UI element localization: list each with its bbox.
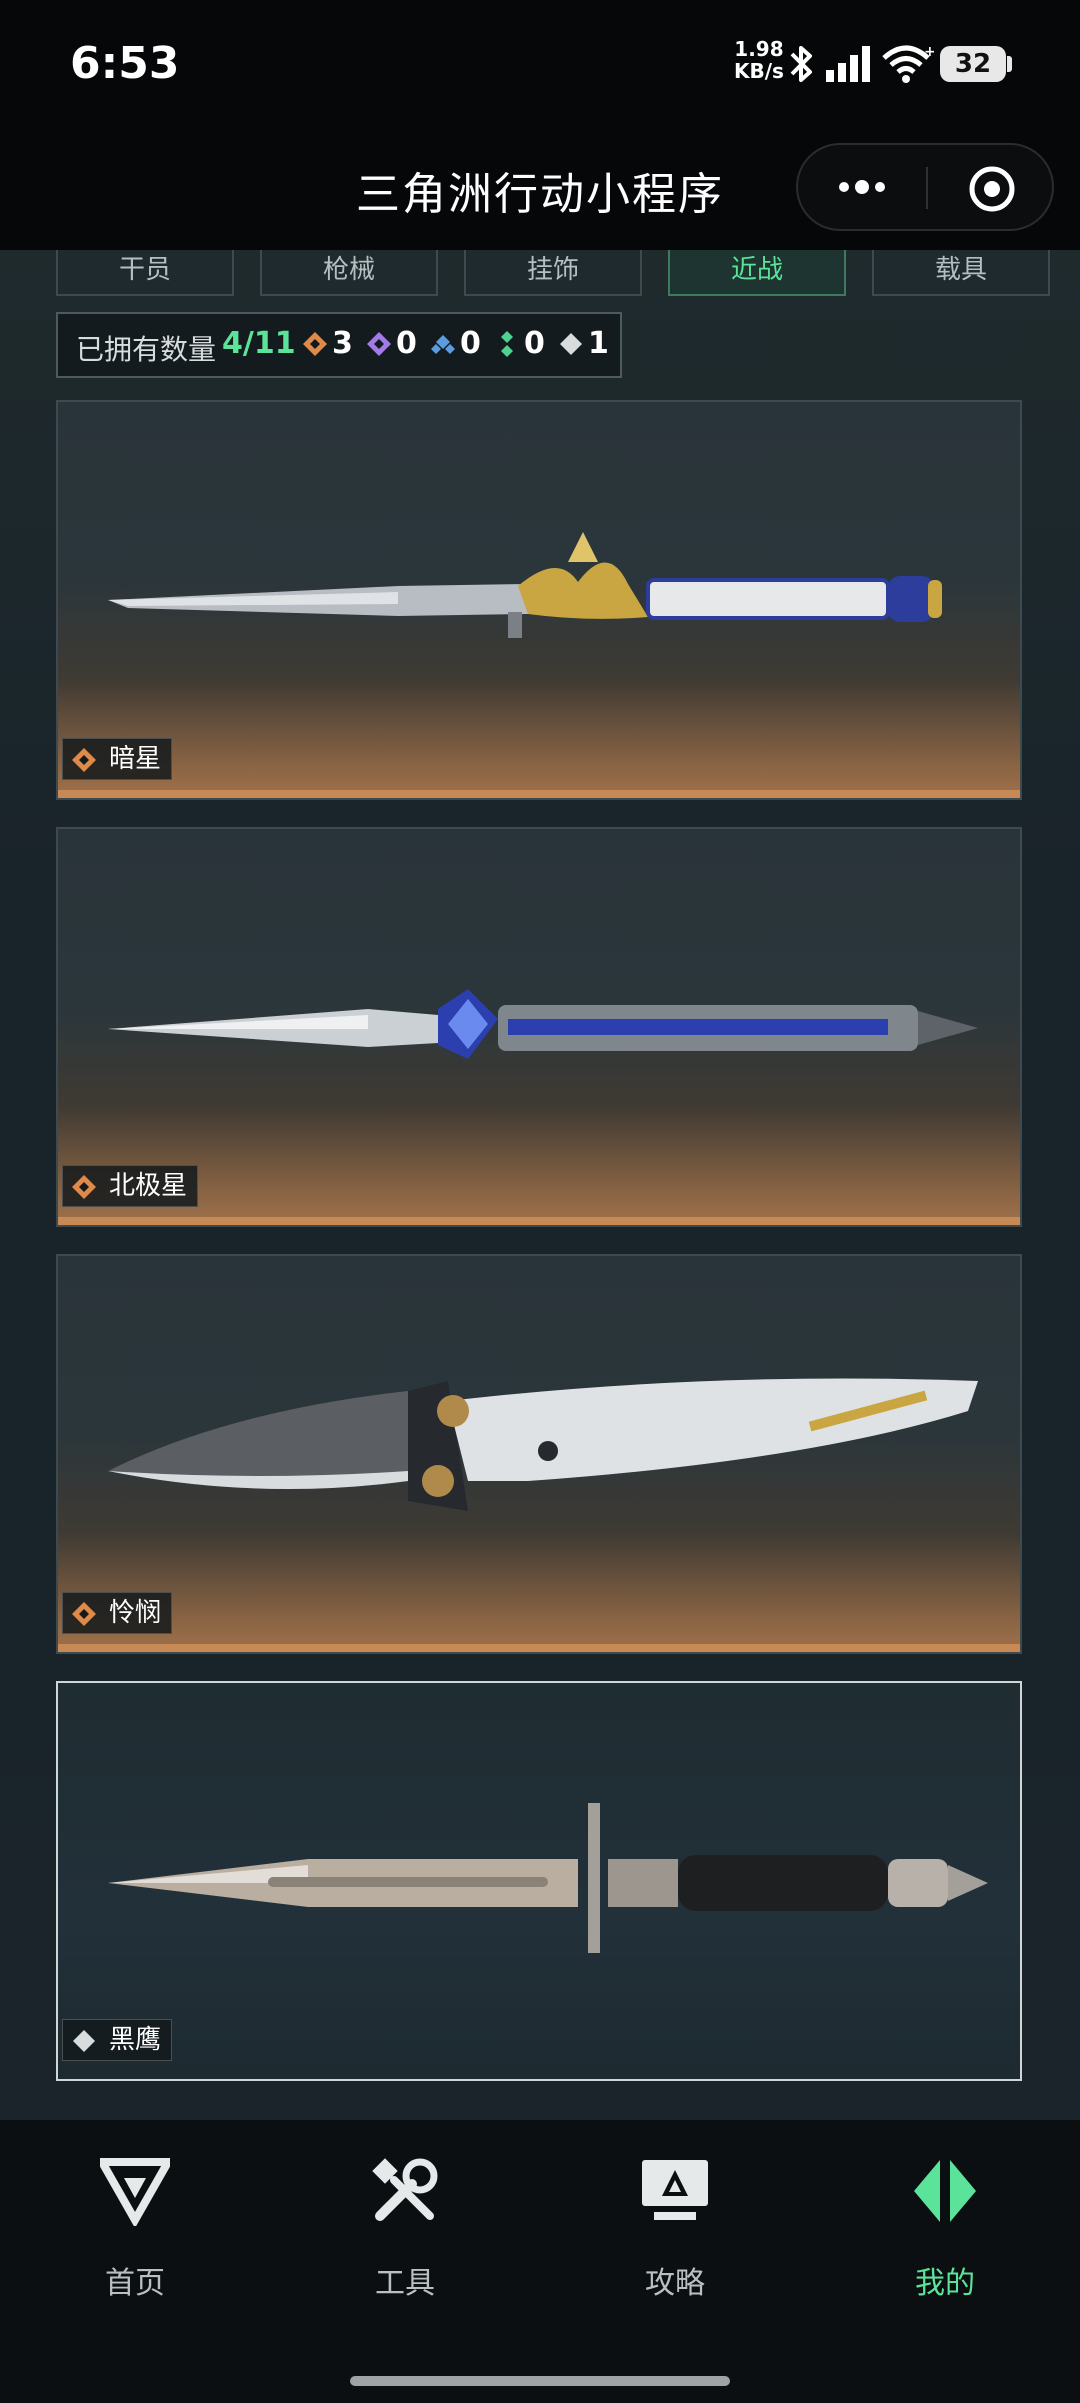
purple-diamond-icon <box>367 332 391 356</box>
item-card-mercy[interactable]: 怜悯 <box>56 1254 1022 1654</box>
card-corner <box>58 402 78 422</box>
nav-item-guide[interactable]: 攻略 <box>540 2120 810 2320</box>
bluetooth-icon <box>790 46 812 82</box>
rarity-stripe <box>58 1217 1020 1225</box>
nav-item-tools[interactable]: 工具 <box>270 2120 540 2320</box>
network-speed-value: 1.98 <box>734 37 784 61</box>
orange-diamond-icon <box>72 748 96 772</box>
item-name: 暗星 <box>109 744 162 774</box>
guide-monitor-icon <box>642 2160 708 2220</box>
knife-darkstar-image <box>108 532 942 638</box>
knife-mercy-image <box>108 1378 978 1511</box>
white-diamond-icon <box>73 2030 95 2052</box>
knife-polaris-image <box>108 989 978 1059</box>
status-bar: 6:53 1.98 KB/s + 32 <box>0 0 1080 130</box>
status-time: 6:53 <box>70 38 180 89</box>
nav-item-profile[interactable]: 我的 <box>810 2120 1080 2320</box>
tab-charms[interactable]: 挂饰 <box>464 250 642 296</box>
mini-program-capsule <box>796 143 1054 231</box>
home-indicator[interactable] <box>350 2376 730 2386</box>
tab-firearms[interactable]: 枪械 <box>260 250 438 296</box>
tools-icon <box>372 2158 438 2221</box>
card-corner <box>58 829 78 849</box>
tab-melee[interactable]: 近战 <box>668 250 846 296</box>
owned-count: 4/11 <box>222 326 296 361</box>
rarity-stripe <box>58 790 1020 798</box>
tab-vehicles[interactable]: 载具 <box>872 250 1050 296</box>
rarity-stripe <box>58 1644 1020 1652</box>
card-corner <box>1000 1256 1020 1276</box>
item-name: 黑鹰 <box>109 2025 162 2055</box>
profile-logo-icon <box>914 2160 976 2222</box>
blue-diamond-icon <box>431 335 455 354</box>
tab-operators[interactable]: 干员 <box>56 250 234 296</box>
card-corner <box>1000 829 1020 849</box>
bottom-navigation: 首页 工具 攻略 我的 <box>0 2120 1080 2363</box>
battery-indicator: 32 <box>940 46 1006 82</box>
network-speed: 1.98 KB/s <box>734 38 784 82</box>
svg-text:+: + <box>924 44 934 60</box>
item-name-tag: 黑鹰 <box>62 2019 173 2061</box>
card-corner <box>58 1256 78 1276</box>
wifi-icon: + <box>882 44 934 83</box>
delta-logo-icon <box>100 2158 170 2226</box>
item-name: 怜悯 <box>109 1598 162 1628</box>
content-area: 干员 枪械 挂饰 近战 载具 已拥有数量 4/11 3 0 0 0 1 暗星 北… <box>0 250 1080 2120</box>
owned-label: 已拥有数量 <box>76 333 217 366</box>
network-speed-unit: KB/s <box>734 59 784 83</box>
item-card-blackhawk[interactable]: 黑鹰 <box>56 1681 1022 2081</box>
nav-bar: 三角洲行动小程序 <box>0 130 1080 250</box>
knife-blackhawk-image <box>108 1803 988 1953</box>
orange-diamond-icon <box>303 332 327 356</box>
card-corner <box>1000 402 1020 422</box>
close-mini-program-icon[interactable] <box>968 165 1016 213</box>
white-diamond-icon <box>560 333 582 355</box>
signal-icon <box>826 46 870 82</box>
item-name-tag: 怜悯 <box>62 1592 173 1634</box>
owned-count-box: 已拥有数量 4/11 3 0 0 0 1 <box>56 312 622 378</box>
item-name: 北极星 <box>109 1171 188 1201</box>
green-diamond-icon <box>501 331 513 357</box>
card-corner <box>1000 1683 1020 1703</box>
item-card-polaris[interactable]: 北极星 <box>56 827 1022 1227</box>
item-name-tag: 北极星 <box>62 1165 199 1207</box>
capsule-divider <box>926 167 928 209</box>
more-options-icon[interactable] <box>834 167 894 207</box>
orange-diamond-icon <box>72 1175 96 1199</box>
category-tabs: 干员 枪械 挂饰 近战 载具 <box>56 250 1050 296</box>
item-card-darkstar[interactable]: 暗星 <box>56 400 1022 800</box>
battery-tip <box>1007 56 1012 72</box>
card-corner <box>58 1683 78 1703</box>
orange-diamond-icon <box>72 1602 96 1626</box>
nav-item-home[interactable]: 首页 <box>0 2120 270 2320</box>
item-name-tag: 暗星 <box>62 738 173 780</box>
